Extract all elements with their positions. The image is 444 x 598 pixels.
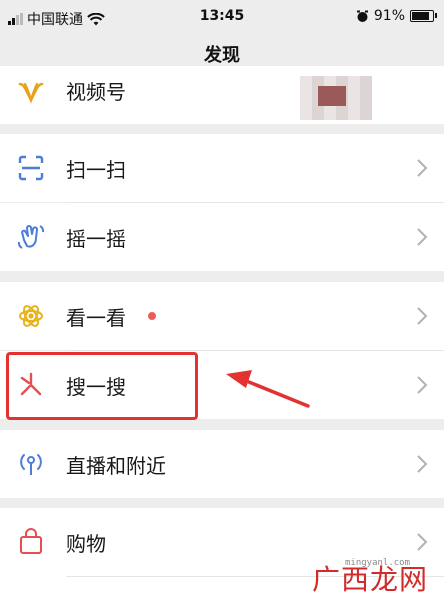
chevron-right-icon (417, 307, 428, 325)
list-item-label: 直播和附近 (66, 454, 166, 478)
shake-icon (17, 225, 45, 249)
battery-icon (410, 10, 437, 22)
list-item-top-stories[interactable]: 看一看 (0, 282, 444, 350)
chevron-right-icon (417, 533, 428, 551)
list-item-shake[interactable]: 摇一摇 (0, 203, 444, 271)
list-item-label: 摇一摇 (66, 227, 126, 251)
list-item-channels[interactable]: 视频号 (0, 66, 444, 124)
list-item-label: 购物 (66, 532, 106, 556)
top-stories-icon (19, 305, 43, 327)
status-right: 91% (356, 8, 437, 24)
status-bar: 中国联通 13:45 91% (0, 0, 444, 34)
list-item-label: 扫一扫 (66, 158, 126, 182)
new-badge-dot (148, 312, 156, 320)
list-item-label: 看一看 (66, 306, 126, 330)
annotation-arrow-icon (226, 370, 310, 408)
watermark-brand: 广西龙网 (312, 563, 429, 596)
list-item-live-nearby[interactable]: 直播和附近 (0, 430, 444, 498)
list-item-scan[interactable]: 扫一扫 (0, 134, 444, 202)
chevron-right-icon (417, 228, 428, 246)
battery-percent: 91% (373, 8, 405, 24)
chevron-right-icon (417, 376, 428, 394)
alarm-icon (356, 10, 368, 22)
chevron-right-icon (417, 159, 428, 177)
live-nearby-icon (20, 454, 42, 475)
shopping-bag-icon (20, 528, 42, 554)
scan-icon (18, 155, 44, 181)
annotation-highlight-box (6, 352, 198, 420)
blurred-avatar-center (318, 86, 346, 106)
channels-icon (18, 82, 44, 105)
chevron-right-icon (417, 455, 428, 473)
list-item-label: 视频号 (66, 80, 126, 104)
